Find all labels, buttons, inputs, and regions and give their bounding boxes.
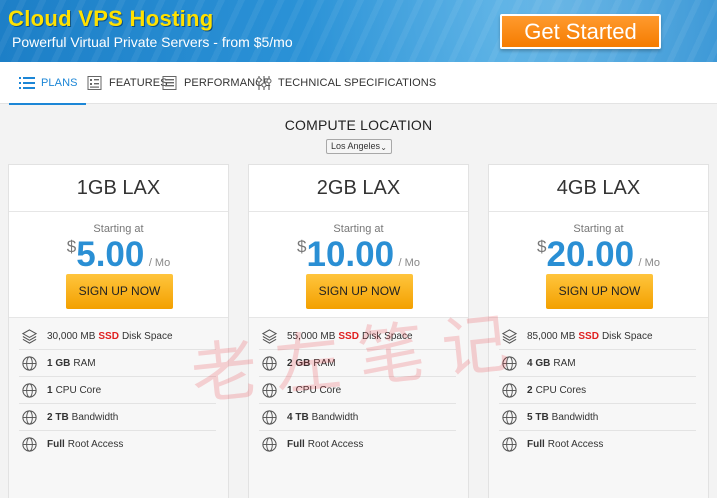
- price-period: / Mo: [398, 257, 420, 269]
- feature-cpu: 2 CPU Cores: [499, 377, 696, 404]
- plan-card-2gb: 2GB LAX Starting at $10.00 / Mo SIGN UP …: [248, 164, 469, 498]
- feature-ram: 4 GB RAM: [499, 350, 696, 377]
- plan-price: $20.00 / Mo: [489, 235, 708, 275]
- tab-bar: PLANS FEATURES PERFORMANCE TECHNICAL SPE…: [0, 62, 717, 105]
- feature-disk: 55,000 MB SSD Disk Space: [259, 323, 456, 350]
- plan-card-1gb: 1GB LAX Starting at $5.00 / Mo SIGN UP N…: [8, 164, 229, 498]
- sliders-icon: [256, 76, 272, 90]
- feature-disk: 30,000 MB SSD Disk Space: [19, 323, 216, 350]
- starting-at-label: Starting at: [573, 223, 624, 235]
- plan-name: 4GB LAX: [489, 165, 708, 212]
- globe-icon: [262, 355, 277, 371]
- starting-at-label: Starting at: [93, 223, 144, 235]
- plan-card-4gb: 4GB LAX Starting at $20.00 / Mo SIGN UP …: [488, 164, 709, 498]
- globe-icon: [22, 409, 37, 425]
- plan-name: 1GB LAX: [9, 165, 228, 212]
- globe-icon: [502, 409, 517, 425]
- compute-location-title: COMPUTE LOCATION: [284, 117, 433, 133]
- tab-plans[interactable]: PLANS: [9, 62, 86, 105]
- sign-up-button[interactable]: SIGN UP NOW: [66, 274, 173, 309]
- price-amount: 5.00: [76, 235, 145, 274]
- feature-ram: 1 GB RAM: [19, 350, 216, 377]
- feature-root-access: Full Root Access: [19, 431, 216, 458]
- starting-at-label: Starting at: [333, 223, 384, 235]
- sign-up-button[interactable]: SIGN UP NOW: [546, 274, 653, 309]
- tab-plans-label: PLANS: [41, 77, 78, 89]
- feature-list: 85,000 MB SSD Disk Space 4 GB RAM 2 CPU Core…: [489, 317, 708, 498]
- globe-icon: [502, 437, 517, 452]
- price-period: / Mo: [638, 257, 660, 269]
- performance-icon: [162, 76, 177, 90]
- globe-icon: [502, 382, 517, 398]
- layers-icon: [261, 328, 278, 344]
- feature-list: 55,000 MB SSD Disk Space 2 GB RAM 1 CPU Core…: [249, 317, 468, 498]
- currency-symbol: $: [66, 237, 77, 256]
- globe-icon: [22, 437, 37, 452]
- tab-features-label: FEATURES: [109, 77, 168, 89]
- hero-title: Cloud VPS Hosting: [8, 6, 214, 31]
- feature-bandwidth: 5 TB Bandwidth: [499, 404, 696, 431]
- tab-technical-specifications[interactable]: TECHNICAL SPECIFICATIONS: [256, 62, 436, 104]
- feature-bandwidth: 2 TB Bandwidth: [19, 404, 216, 431]
- plan-name: 2GB LAX: [249, 165, 468, 212]
- tab-features[interactable]: FEATURES: [87, 62, 168, 104]
- location-select[interactable]: Los Angeles ⌄: [326, 139, 392, 154]
- globe-icon: [262, 382, 277, 398]
- plan-price: $10.00 / Mo: [249, 235, 468, 275]
- layers-icon: [21, 328, 38, 344]
- feature-root-access: Full Root Access: [259, 431, 456, 458]
- feature-cpu: 1 CPU Core: [19, 377, 216, 404]
- globe-icon: [22, 355, 37, 371]
- globe-icon: [22, 382, 37, 398]
- tab-performance[interactable]: PERFORMANCE: [162, 62, 271, 104]
- location-selected-value: Los Angeles: [331, 141, 381, 151]
- feature-cpu: 1 CPU Core: [259, 377, 456, 404]
- tab-technical-specifications-label: TECHNICAL SPECIFICATIONS: [278, 77, 437, 89]
- price-period: / Mo: [148, 257, 171, 269]
- feature-root-access: Full Root Access: [499, 431, 696, 458]
- hero-subtitle: Powerful Virtual Private Servers - from …: [12, 34, 293, 50]
- sign-up-button[interactable]: SIGN UP NOW: [306, 274, 413, 309]
- currency-symbol: $: [297, 237, 307, 256]
- feature-list: 30,000 MB SSD Disk Space 1 GB RAM 1 CPU Core…: [9, 317, 228, 498]
- plan-price: $5.00 / Mo: [9, 235, 228, 275]
- list-icon: [19, 77, 35, 89]
- layers-icon: [501, 328, 518, 344]
- globe-icon: [262, 437, 277, 452]
- currency-symbol: $: [537, 237, 547, 256]
- price-amount: 20.00: [546, 235, 635, 274]
- features-icon: [87, 76, 102, 90]
- feature-disk: 85,000 MB SSD Disk Space: [499, 323, 696, 350]
- feature-ram: 2 GB RAM: [259, 350, 456, 377]
- hero-banner: Cloud VPS Hosting Powerful Virtual Priva…: [0, 0, 717, 62]
- globe-icon: [502, 355, 517, 371]
- globe-icon: [262, 409, 277, 425]
- price-amount: 10.00: [306, 235, 395, 274]
- chevron-down-icon: ⌄: [380, 143, 387, 152]
- get-started-button[interactable]: Get Started: [500, 14, 661, 49]
- feature-bandwidth: 4 TB Bandwidth: [259, 404, 456, 431]
